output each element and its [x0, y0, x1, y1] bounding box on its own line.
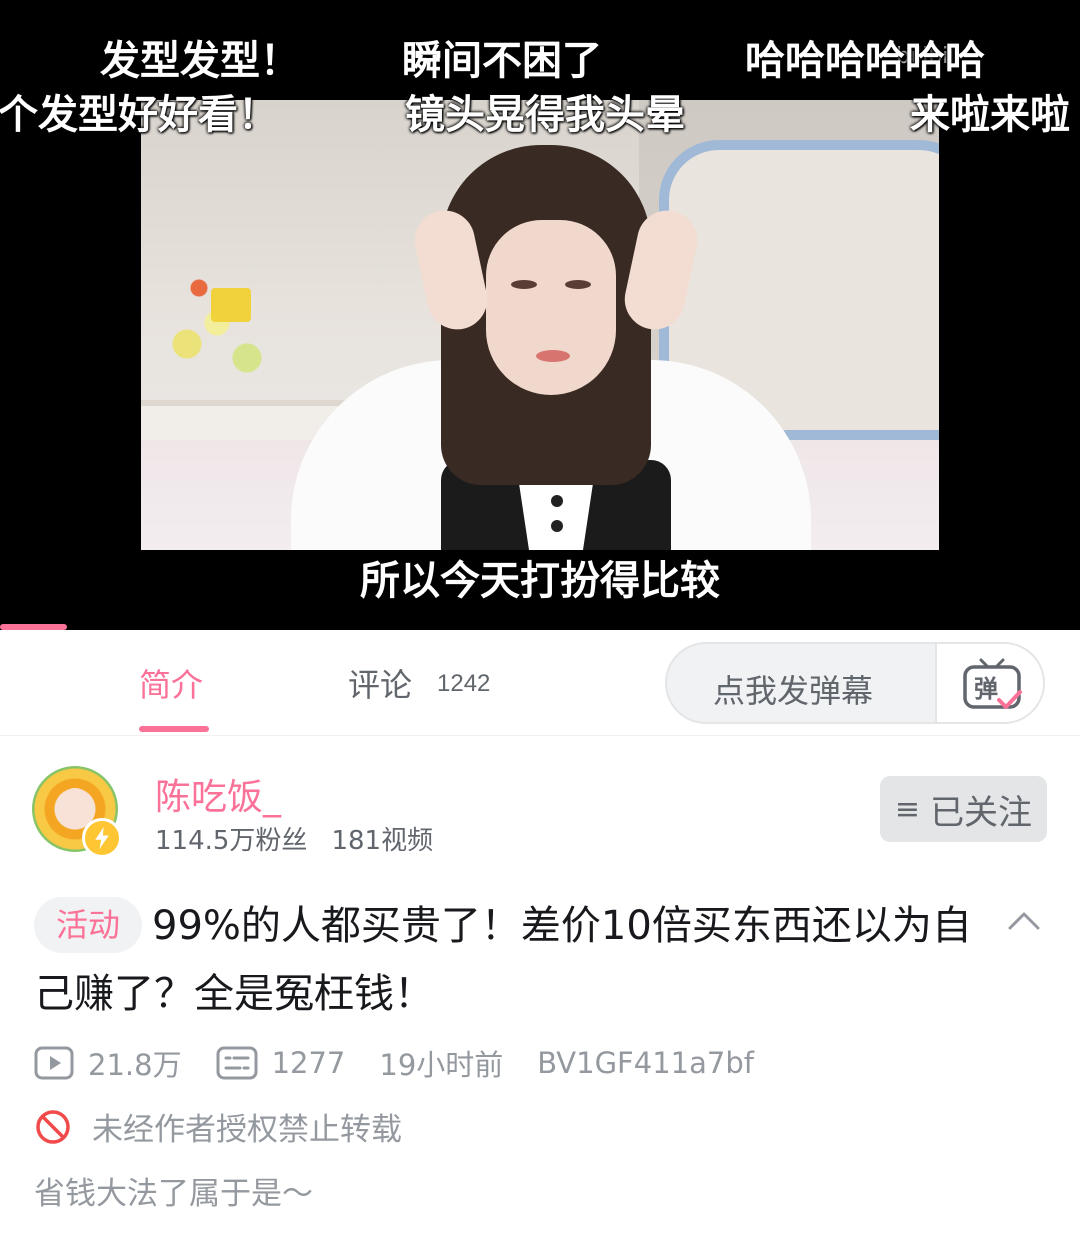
danmaku-tv-char: 弹 [974, 675, 998, 703]
tab-comments[interactable]: 评论 [348, 660, 412, 706]
video-person-button [551, 495, 563, 507]
danmaku-comment: 个发型好好看！ [0, 92, 278, 138]
followed-button[interactable]: ≡ 已关注 [880, 776, 1047, 842]
uploader-card: 陈吃饭_ 114.5万粉丝 181视频 ≡ 已关注 [0, 736, 1080, 876]
video-meta: 21.8万 1277 19小时前 BV1GF411a7bf [34, 1040, 788, 1086]
danmaku-count-item: 1277 [216, 1046, 346, 1080]
view-count: 21.8万 [88, 1048, 182, 1082]
follower-count: 114.5万粉丝 [155, 826, 308, 856]
chevron-up-icon[interactable] [1006, 902, 1042, 938]
video-scene-cup [211, 288, 251, 322]
video-description: 省钱大法了属于是～ [34, 1176, 313, 1212]
video-player[interactable]: bilibili 发型发型！ 瞬间不困了 哈哈哈哈哈哈 个发型好好看！ 镜头晃得… [0, 0, 1080, 630]
danmaku-tv-icon: 弹 [963, 658, 1022, 709]
view-count-item: 21.8万 [34, 1042, 182, 1084]
danmaku-comment: 瞬间不困了 [402, 38, 602, 84]
danmaku-count: 1277 [271, 1046, 346, 1080]
tab-bar: 简介 评论 1242 点我发弹幕 弹 [0, 630, 1080, 736]
danmaku-toggle-button[interactable]: 弹 [935, 644, 1043, 722]
danmaku-comment: 发型发型！ [100, 38, 300, 84]
avatar-face [60, 788, 90, 828]
menu-icon: ≡ [894, 791, 921, 827]
video-scene-flowers [151, 260, 271, 400]
danmaku-icon [216, 1046, 258, 1080]
video-person-button [551, 520, 563, 532]
danmaku-comment: 来啦来啦 [910, 92, 1070, 138]
danmaku-input-placeholder: 点我发弹幕 [713, 672, 874, 710]
tab-intro[interactable]: 简介 [139, 660, 203, 706]
uploader-stats: 114.5万粉丝 181视频 [155, 820, 433, 857]
danmaku-comment: 哈哈哈哈哈哈 [745, 38, 985, 84]
tab-active-indicator [139, 726, 209, 732]
danmaku-input[interactable]: 点我发弹幕 弹 [665, 642, 1045, 724]
video-count: 181视频 [331, 826, 434, 856]
activity-tag[interactable]: 活动 [34, 897, 143, 953]
video-person-mouth [536, 350, 570, 362]
publish-time: 19小时前 [379, 1048, 504, 1082]
video-frame [141, 100, 939, 550]
video-subtitle: 所以今天打扮得比较 [360, 558, 720, 604]
followed-label: 已关注 [930, 792, 1033, 833]
comments-count: 1242 [437, 670, 491, 697]
video-person-eye [511, 280, 537, 289]
danmaku-comment: 镜头晃得我头晕 [405, 92, 685, 138]
video-title-block: 活动 99%的人都买贵了！差价10倍买东西还以为自己赚了？全是冤枉钱！ [34, 892, 994, 1028]
forbidden-icon [36, 1109, 70, 1144]
bvid[interactable]: BV1GF411a7bf [537, 1046, 754, 1080]
uploader-name[interactable]: 陈吃饭_ [155, 768, 281, 820]
copyright-notice: 未经作者授权禁止转载 [34, 1104, 402, 1149]
lightning-icon [82, 818, 122, 858]
copyright-text: 未经作者授权禁止转载 [92, 1112, 402, 1148]
video-title: 99%的人都买贵了！差价10倍买东西还以为自己赚了？全是冤枉钱！ [34, 903, 972, 1017]
play-icon [34, 1046, 74, 1080]
video-person-face [486, 220, 616, 395]
video-person-eye [565, 280, 591, 289]
